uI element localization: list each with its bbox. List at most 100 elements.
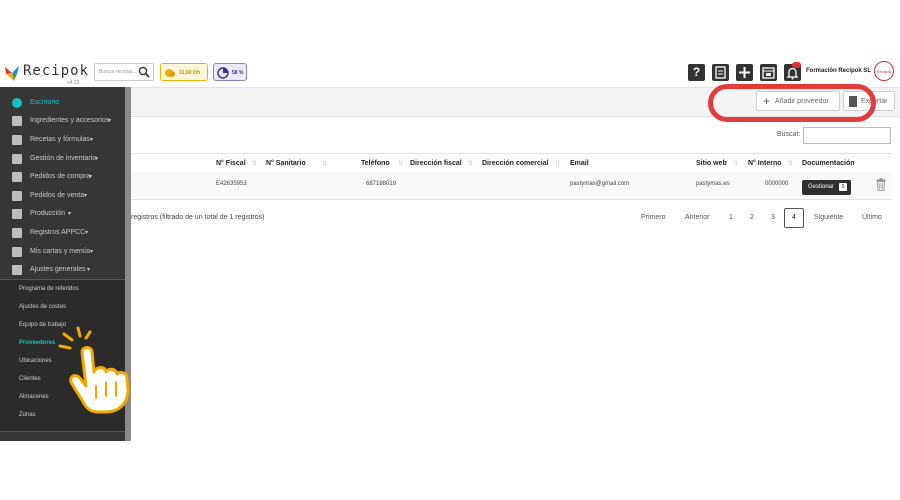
sidebar-item-label: Pedidos de compra <box>30 173 91 180</box>
sidebar-footer <box>0 431 125 441</box>
column-header-email[interactable]: Email <box>570 160 589 167</box>
column-header-telefono[interactable]: Teléfono <box>361 160 390 167</box>
column-header-dir-comercial[interactable]: Dirección comercial <box>482 160 549 167</box>
pagination-first[interactable]: Primero <box>641 214 666 221</box>
dashboard-icon <box>12 98 22 108</box>
sidebar-item-inventario[interactable]: Gestión de inventario ▾ <box>0 150 125 168</box>
document-count-badge: 0 <box>839 183 847 191</box>
sort-icon: ⇅ <box>398 161 404 167</box>
column-header-fiscal[interactable]: N° Fiscal <box>216 160 246 167</box>
sort-icon: ⇅ <box>252 161 258 167</box>
table-divider <box>131 199 892 200</box>
chevron-down-icon: ▾ <box>90 137 94 143</box>
sort-icon: ⇅ <box>788 161 794 167</box>
highlight-annotation <box>708 84 876 122</box>
pagination-page-4[interactable]: 4 <box>784 208 804 228</box>
calendar-icon[interactable] <box>760 64 777 81</box>
percent-badge[interactable]: 58 % <box>213 63 247 81</box>
help-icon[interactable]: ? <box>688 64 705 81</box>
cell-email: pastymas@gmail.com <box>570 181 630 187</box>
inventory-icon <box>12 154 22 164</box>
column-header-interno[interactable]: N° Interno <box>748 160 782 167</box>
menu-icon <box>12 247 22 257</box>
submenu-item-clientes[interactable]: Clientes <box>19 376 41 382</box>
sidebar-item-ingredientes[interactable]: Ingredientes y accesorios ▾ <box>0 112 125 130</box>
sidebar-item-label: Pedidos de venta <box>30 192 85 199</box>
sidebar-item-cartas[interactable]: Mis cartas y menús ▾ <box>0 243 125 261</box>
chevron-down-icon: ▾ <box>95 156 99 162</box>
notification-badge <box>792 62 801 68</box>
pagination-page-2[interactable]: 2 <box>750 214 754 221</box>
whisk-icon <box>12 116 22 126</box>
table-search-input[interactable] <box>803 127 891 144</box>
column-header-sanitario[interactable]: N° Sanitario <box>266 160 306 167</box>
plus-icon[interactable] <box>736 64 753 81</box>
submenu-item-almacenes[interactable]: Almacenes <box>19 394 49 400</box>
sidebar-item-compra[interactable]: Pedidos de compra ▾ <box>0 168 125 186</box>
sidebar-item-label: Producción <box>30 210 66 217</box>
chevron-down-icon: ▾ <box>108 118 112 124</box>
sort-icon: ⇅ <box>733 161 739 167</box>
notes-icon[interactable] <box>712 64 729 81</box>
table-header-border <box>131 153 892 154</box>
search-icon[interactable] <box>138 66 150 78</box>
version-label: v4.19 <box>67 80 80 86</box>
column-header-web[interactable]: Sitio web <box>696 160 727 167</box>
sidebar-item-label: Escritorio <box>30 99 60 106</box>
submenu-item-zonas[interactable]: Zonas <box>19 412 36 418</box>
recipe-icon <box>12 135 22 145</box>
pagination-previous[interactable]: Anterior <box>685 214 710 221</box>
user-name[interactable]: Formación Recipok SL <box>806 68 871 74</box>
sidebar-item-produccion[interactable]: Producción ▾ <box>0 205 125 223</box>
sort-icon: ⇅ <box>555 161 561 167</box>
sidebar-item-escritorio[interactable]: Escritorio <box>0 94 125 112</box>
chevron-down-icon: ▾ <box>87 267 91 273</box>
column-header-dir-fiscal[interactable]: Dirección fiscal <box>410 160 462 167</box>
sidebar-item-label: Registros APPCC <box>30 229 86 236</box>
sidebar-item-label: Mis cartas y menús <box>30 248 91 255</box>
sort-icon: ⇅ <box>468 161 474 167</box>
sidebar-item-label: Ingredientes y accesorios <box>30 117 110 124</box>
appcc-icon <box>12 228 22 238</box>
pagination-page-1[interactable]: 1 <box>729 214 733 221</box>
submenu-item-referidos[interactable]: Programa de referidos <box>19 286 79 292</box>
table-search-label: Buscar: <box>777 131 801 138</box>
column-header-documentacion: Documentación <box>802 160 855 167</box>
sidebar-item-recetas[interactable]: Recetas y fórmulas ▾ <box>0 131 125 149</box>
logo[interactable]: Recipok v4.19 <box>3 61 90 87</box>
svg-text:Recipok: Recipok <box>877 69 891 74</box>
cell-telefono: 687188019 <box>366 181 397 187</box>
labor-cost-value: 31,60 €/h <box>179 70 201 76</box>
pagination-next[interactable]: Siguiente <box>814 214 843 221</box>
chevron-down-icon: ▾ <box>85 230 89 236</box>
submenu-item-proveedores[interactable]: Proveedores <box>19 340 55 346</box>
sidebar-item-label: Ajustes generales <box>30 266 86 273</box>
submenu-item-costes[interactable]: Ajustes de costes <box>19 304 66 310</box>
purchase-icon <box>12 172 22 182</box>
submenu-item-ubicaciones[interactable]: Ubicaciones <box>19 358 52 364</box>
labor-cost-badge[interactable]: 31,60 €/h <box>160 63 208 81</box>
search-placeholder: Buscar recetas... <box>99 69 137 75</box>
screen: { "app": { "logo_text": "Recipok", "vers… <box>0 0 900 500</box>
production-icon <box>12 209 22 219</box>
logo-text: Recipok <box>23 63 90 79</box>
cell-web: pastymas.es <box>696 181 730 187</box>
table-info: registros (filtrado de un total de 1 reg… <box>131 214 265 221</box>
chevron-down-icon: ▾ <box>84 193 88 199</box>
pie-icon <box>217 67 229 79</box>
avatar[interactable]: Recipok <box>874 61 894 81</box>
cell-fiscal: E42635953 <box>216 181 247 187</box>
cell-interno: 0000000 <box>765 181 789 187</box>
sidebar-item-venta[interactable]: Pedidos de venta ▾ <box>0 187 125 205</box>
sidebar-item-appcc[interactable]: Registros APPCC ▾ <box>0 224 125 242</box>
manage-documents-button[interactable]: Gestionar 0 <box>802 180 851 195</box>
trash-icon[interactable] <box>876 178 886 191</box>
sales-icon <box>12 191 22 201</box>
sidebar-item-label: Recetas y fórmulas <box>30 136 90 143</box>
coins-icon <box>165 69 175 77</box>
sidebar-item-ajustes[interactable]: Ajustes generales ▾ <box>0 261 125 279</box>
recipe-search-input[interactable]: Buscar recetas... <box>94 63 154 81</box>
pagination-last[interactable]: Último <box>862 214 882 221</box>
pagination-page-3[interactable]: 3 <box>771 214 775 221</box>
settings-icon <box>12 265 22 275</box>
